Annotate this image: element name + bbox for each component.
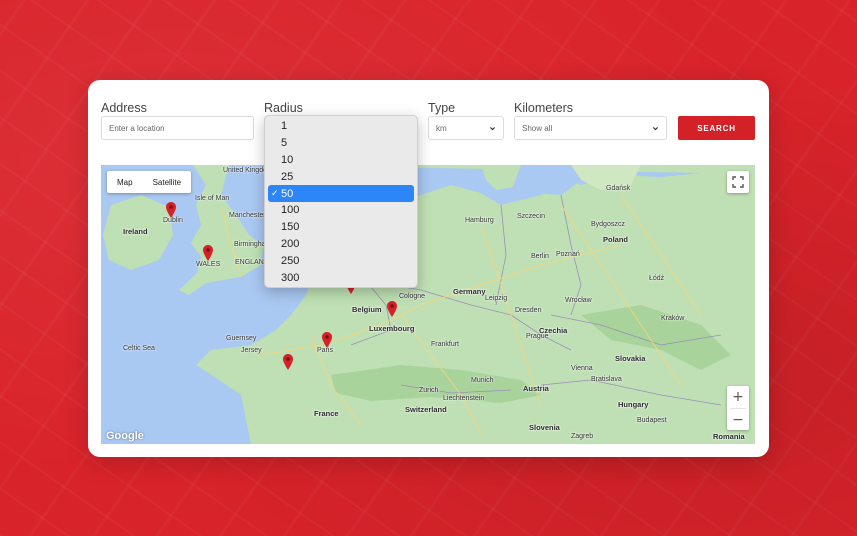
type-label: Type [428, 101, 456, 115]
location-pin-icon[interactable] [203, 245, 213, 261]
map-label: Slovakia [615, 354, 646, 363]
address-placeholder: Enter a location [109, 123, 165, 133]
checkmark-icon: ✓ [271, 188, 279, 199]
map-label: Germany [453, 287, 486, 296]
radius-option-label: 50 [281, 187, 294, 200]
radius-option[interactable]: 150 [268, 219, 414, 236]
kilometers-label: Kilometers [514, 101, 574, 115]
map-label: Łódź [649, 275, 665, 282]
map-label: Dresden [515, 307, 542, 314]
radius-option[interactable]: 5 [268, 135, 414, 152]
radius-option-label: 10 [281, 153, 294, 166]
radius-option-label: 1 [281, 120, 288, 133]
map-type-map[interactable]: Map [107, 171, 143, 193]
radius-option[interactable]: 250 [268, 252, 414, 269]
map-label: Hungary [618, 400, 649, 409]
radius-option[interactable]: 1 [268, 118, 414, 135]
type-select[interactable]: km [428, 116, 504, 140]
zoom-control: + − [727, 386, 749, 430]
map-label: Slovenia [529, 423, 560, 432]
radius-option[interactable]: 200 [268, 236, 414, 253]
map-label: Leipzig [485, 295, 508, 302]
map-label: Poznań [556, 251, 580, 258]
map-label: Szczecin [517, 213, 546, 220]
map-label: Guernsey [226, 335, 257, 342]
map-label: WALES [196, 261, 221, 268]
kilometers-value: Show all [522, 123, 553, 133]
type-value: km [436, 123, 447, 133]
store-locator-card: Address Enter a location Radius Type km … [88, 80, 769, 457]
map-label: Manchester [229, 212, 266, 219]
map-label: Celtic Sea [123, 345, 155, 352]
map-label: Isle of Man [195, 195, 230, 202]
map-label: Romania [713, 432, 745, 441]
chevron-down-icon [653, 126, 658, 130]
map-label: Austria [523, 384, 549, 393]
map-label: Hamburg [465, 217, 494, 224]
radius-label: Radius [264, 101, 303, 115]
address-input[interactable]: Enter a location [101, 116, 254, 140]
google-logo: Google [106, 430, 144, 442]
map-label: Luxembourg [369, 324, 415, 333]
radius-option-label: 250 [281, 254, 300, 267]
map-label: Paris [317, 347, 333, 354]
map-label: Berlin [531, 253, 549, 260]
radius-option-label: 200 [281, 237, 300, 250]
map-terrain [101, 165, 755, 444]
location-pin-icon[interactable] [166, 202, 176, 218]
location-pin-icon[interactable] [322, 332, 332, 348]
radius-option[interactable]: 300 [268, 269, 414, 286]
zoom-out-button[interactable]: − [727, 409, 749, 431]
location-pin-icon[interactable] [387, 301, 397, 317]
map-label: France [314, 409, 339, 418]
radius-option-label: 5 [281, 137, 288, 150]
map-label: Budapest [637, 417, 667, 424]
map-label: Bratislava [591, 376, 622, 383]
map-label: Zagreb [571, 433, 594, 440]
map-label: Ireland [123, 227, 148, 236]
map-label: Vienna [571, 365, 593, 372]
radius-option[interactable]: 10 [268, 152, 414, 169]
map-label: Gdańsk [606, 185, 631, 192]
kilometers-select[interactable]: Show all [514, 116, 667, 140]
radius-option[interactable]: 100 [268, 202, 414, 219]
map-label: Switzerland [405, 405, 447, 414]
map-label: Kraków [661, 315, 685, 322]
map-type-control: Map Satellite [107, 171, 192, 193]
map-label: Zurich [419, 387, 439, 394]
radius-option[interactable]: 25 [268, 168, 414, 185]
map-label: Poland [603, 235, 629, 244]
fullscreen-icon [732, 176, 744, 188]
chevron-down-icon [490, 126, 495, 130]
fullscreen-button[interactable] [727, 171, 749, 193]
radius-option-selected[interactable]: ✓ 50 [268, 185, 414, 202]
radius-option-label: 300 [281, 271, 300, 284]
radius-option-label: 150 [281, 221, 300, 234]
map-label: Liechtenstein [443, 395, 485, 402]
address-label: Address [101, 101, 147, 115]
map-type-satellite[interactable]: Satellite [143, 171, 191, 193]
radius-dropdown-menu: 1 5 10 25 ✓ 50 100 150 200 250 300 [264, 115, 418, 288]
map-label: Prague [526, 333, 549, 340]
map-label: Belgium [352, 305, 382, 314]
radius-option-label: 100 [281, 204, 300, 217]
map-label: Frankfurt [431, 341, 460, 348]
search-button[interactable]: SEARCH [678, 116, 755, 140]
map-label: Munich [471, 377, 494, 384]
map-label: Jersey [241, 347, 262, 354]
map-label: Wrocław [565, 297, 592, 304]
location-pin-icon[interactable] [283, 354, 293, 370]
radius-option-label: 25 [281, 170, 294, 183]
map-label: Bydgoszcz [591, 221, 625, 228]
map-label: Dublin [163, 217, 183, 224]
zoom-in-button[interactable]: + [727, 386, 749, 408]
map-label: Cologne [399, 293, 426, 300]
map-view[interactable]: Map Satellite + − Google Isle of Man Uni… [101, 165, 755, 444]
